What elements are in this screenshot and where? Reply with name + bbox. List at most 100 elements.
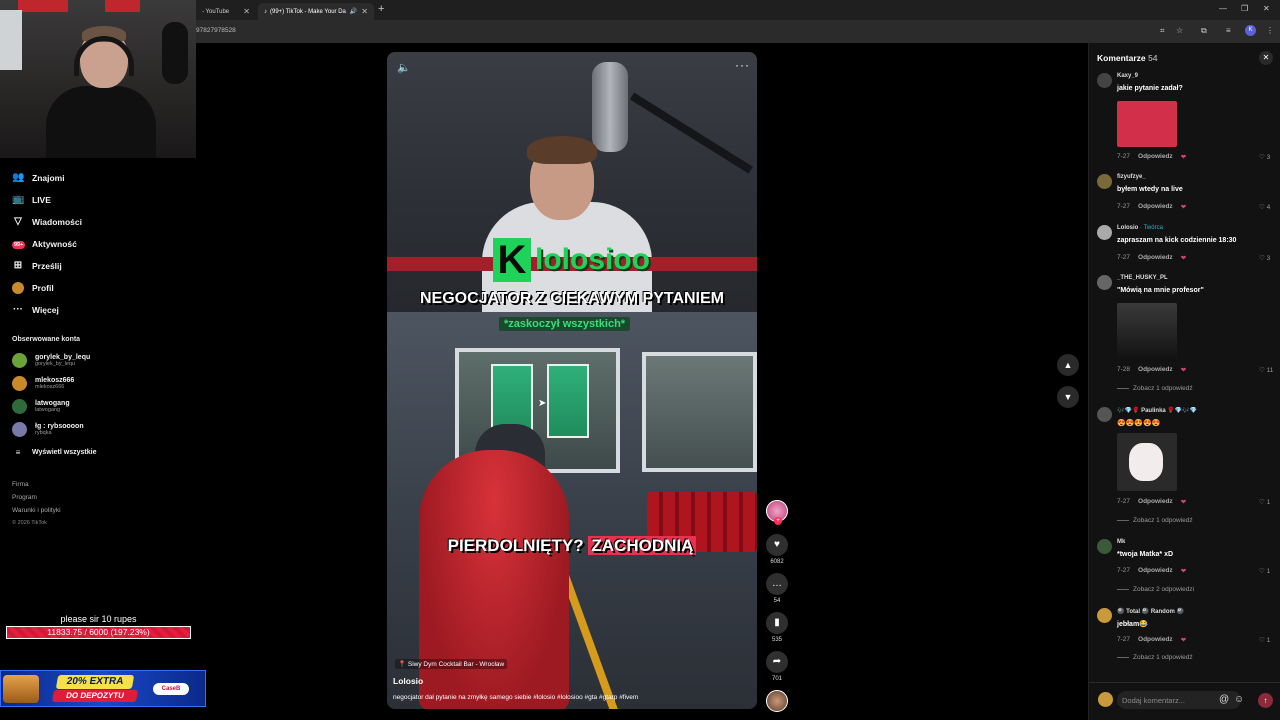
comment-like-button[interactable]: ♡ 3 (1259, 254, 1270, 262)
reply-button[interactable]: Odpowiedz (1138, 366, 1173, 374)
comment-user[interactable]: 🎱 Total 🎱 Random 🎱 (1117, 608, 1184, 615)
comments-panel: Komentarze 54 ✕ Kaxy_9 jakie pytanie zad… (1088, 43, 1280, 720)
store-poster (547, 364, 589, 438)
comment-button[interactable]: … 54 (765, 573, 789, 604)
next-video-button[interactable]: ▼ (1057, 386, 1079, 408)
sidebar-item-live[interactable]: 📺 LIVE (12, 194, 51, 205)
new-tab-plus-icon[interactable]: + (378, 3, 384, 15)
follow-plus-icon[interactable]: + (774, 517, 782, 525)
tab-tiktok[interactable]: ♪ (99+) TikTok - Make Your Da 🔊 ✕ (258, 3, 374, 20)
chevron-up-icon: ▲ (1063, 360, 1073, 370)
comment-user[interactable]: fizyufzye_ (1117, 174, 1146, 180)
like-count: 1 (1266, 499, 1271, 506)
avatar[interactable] (1097, 174, 1112, 189)
extensions-icon[interactable]: ⧉ (1201, 26, 1207, 36)
comments-title-label: Komentarze (1097, 53, 1146, 63)
speaker-icon[interactable]: 🔊 (350, 8, 357, 15)
send-comment-button[interactable]: ↑ (1258, 693, 1273, 708)
sidebar-item-label: Wiadomości (32, 216, 82, 227)
avatar[interactable] (1097, 275, 1112, 290)
bookmark-icon: ▮ (766, 612, 788, 634)
show-all-following-link[interactable]: ≡ Wyświetl wszystkie (12, 448, 97, 457)
footer-link-terms[interactable]: Warunki i polityki (12, 507, 61, 514)
reply-button[interactable]: Odpowiedz (1138, 203, 1173, 211)
close-icon[interactable]: ✕ (361, 7, 368, 16)
comment-user[interactable]: Lolosio · Twórca (1117, 225, 1163, 231)
minimize-icon[interactable]: — (1219, 4, 1227, 13)
video-player[interactable]: K lolosioo NEGOCJATOR Z CIEKAWYM PYTANIE… (387, 52, 757, 709)
window-close-icon[interactable]: ✕ (1263, 4, 1270, 13)
footer-link-program[interactable]: Program (12, 494, 37, 501)
avatar[interactable] (1097, 539, 1112, 554)
avatar[interactable] (1097, 608, 1112, 623)
sidebar-item-friends[interactable]: 👥 Znajomi (12, 172, 65, 183)
browser-menu-icon[interactable]: ⋮ (1266, 26, 1274, 35)
comment-like-button[interactable]: ♡ 1 (1259, 567, 1270, 575)
volume-icon[interactable]: 🔈 (397, 61, 411, 74)
following-account[interactable]: mlekosz666 mlekosz666 (12, 376, 74, 391)
comment-sticker-image[interactable] (1117, 101, 1177, 147)
avatar[interactable] (1097, 73, 1112, 88)
emoji-icon[interactable]: ☺ (1234, 694, 1244, 705)
comment-meme-image[interactable] (1117, 303, 1177, 361)
view-replies-link[interactable]: Zobacz 2 odpowiedzi (1117, 586, 1194, 593)
reply-button[interactable]: Odpowiedz (1138, 153, 1173, 161)
sound-disc-button[interactable] (765, 690, 789, 712)
comment-like-button[interactable]: ♡ 1 (1259, 636, 1270, 644)
bookmark-star-icon[interactable]: ☆ (1176, 26, 1183, 35)
comment-like-button[interactable]: ♡ 4 (1259, 203, 1270, 211)
like-button[interactable]: ♥ 6082 (765, 534, 789, 565)
comment-user[interactable]: Mk (1117, 539, 1125, 545)
tab-youtube[interactable]: - YouTube ✕ (196, 3, 256, 20)
view-replies-link[interactable]: Zobacz 1 odpowiedź (1117, 517, 1193, 524)
view-replies-link[interactable]: Zobacz 1 odpowiedź (1117, 654, 1193, 661)
more-options-icon[interactable]: ··· (735, 58, 750, 72)
brand-overlay: K lolosioo (493, 238, 650, 282)
reply-button[interactable]: Odpowiedz (1138, 254, 1173, 262)
location-tag[interactable]: 📍 Siwy Dym Cocktail Bar - Wrocław (395, 659, 508, 669)
comment-sticker-image[interactable] (1117, 433, 1177, 491)
browser-profile-avatar[interactable]: K (1245, 25, 1256, 36)
translate-icon[interactable]: ⌗ (1160, 26, 1165, 36)
following-account[interactable]: latwogang latwogang (12, 399, 70, 414)
comment-user-name: Lolosio (1117, 225, 1139, 231)
close-icon[interactable]: ✕ (243, 7, 250, 16)
reply-button[interactable]: Odpowiedz (1138, 567, 1173, 575)
sidebar-item-messages[interactable]: ▽ Wiadomości (12, 216, 82, 227)
comment-like-button[interactable]: ♡ 1 (1259, 498, 1270, 506)
copyright: © 2026 TikTok (12, 520, 47, 526)
avatar[interactable] (1097, 225, 1112, 240)
close-comments-button[interactable]: ✕ (1259, 51, 1273, 65)
sidebar-item-activity[interactable]: 99+ Aktywność (12, 238, 77, 249)
avatar[interactable] (1097, 407, 1112, 422)
share-button[interactable]: ➦ 701 (765, 651, 789, 682)
ad-banner[interactable]: 20% EXTRA DO DEPOZYTU CaseB (0, 670, 206, 707)
comment-user[interactable]: 🎶💎🌹 Paulinka 🌹💎🎶💎 (1117, 407, 1197, 414)
creator-like-icon: ❤ (1180, 204, 1187, 211)
reply-button[interactable]: Odpowiedz (1138, 498, 1173, 506)
maximize-icon[interactable]: ❐ (1241, 4, 1248, 13)
avatar (12, 399, 27, 414)
game-character-red-hoodie (419, 450, 569, 709)
comment-user[interactable]: _THE_HUSKY_PL (1117, 275, 1168, 281)
url-field[interactable]: 97827978528 (196, 27, 236, 34)
view-replies-link[interactable]: Zobacz 1 odpowiedź (1117, 385, 1193, 392)
mention-icon[interactable]: @ (1219, 694, 1229, 705)
comment-like-button[interactable]: ♡ 11 (1259, 366, 1273, 374)
following-account[interactable]: łg : rybsoooon rybqka (12, 422, 84, 437)
comment-like-button[interactable]: ♡ 3 (1259, 153, 1270, 161)
following-account[interactable]: gorylek_by_lequ gorylek_by_lequ (12, 353, 90, 368)
sidebar-item-profile[interactable]: Profil (12, 282, 54, 294)
comment-user[interactable]: Kaxy_9 (1117, 73, 1138, 79)
comment-meta: 7-27 Odpowiedz ❤ (1117, 636, 1186, 644)
media-icon[interactable]: ≡ (1226, 26, 1231, 35)
footer-link-company[interactable]: Firma (12, 481, 29, 488)
save-button[interactable]: ▮ 535 (765, 612, 789, 643)
sidebar-item-upload[interactable]: ⊞ Prześlij (12, 260, 62, 271)
caption-part: PIERDOLNIĘTY? (447, 536, 584, 555)
previous-video-button[interactable]: ▲ (1057, 354, 1079, 376)
sidebar-item-more[interactable]: ··· Więcej (12, 304, 59, 315)
reply-button[interactable]: Odpowiedz (1138, 636, 1173, 644)
creator-avatar-button[interactable]: + (765, 500, 789, 525)
video-author[interactable]: Lolosio (393, 676, 423, 686)
